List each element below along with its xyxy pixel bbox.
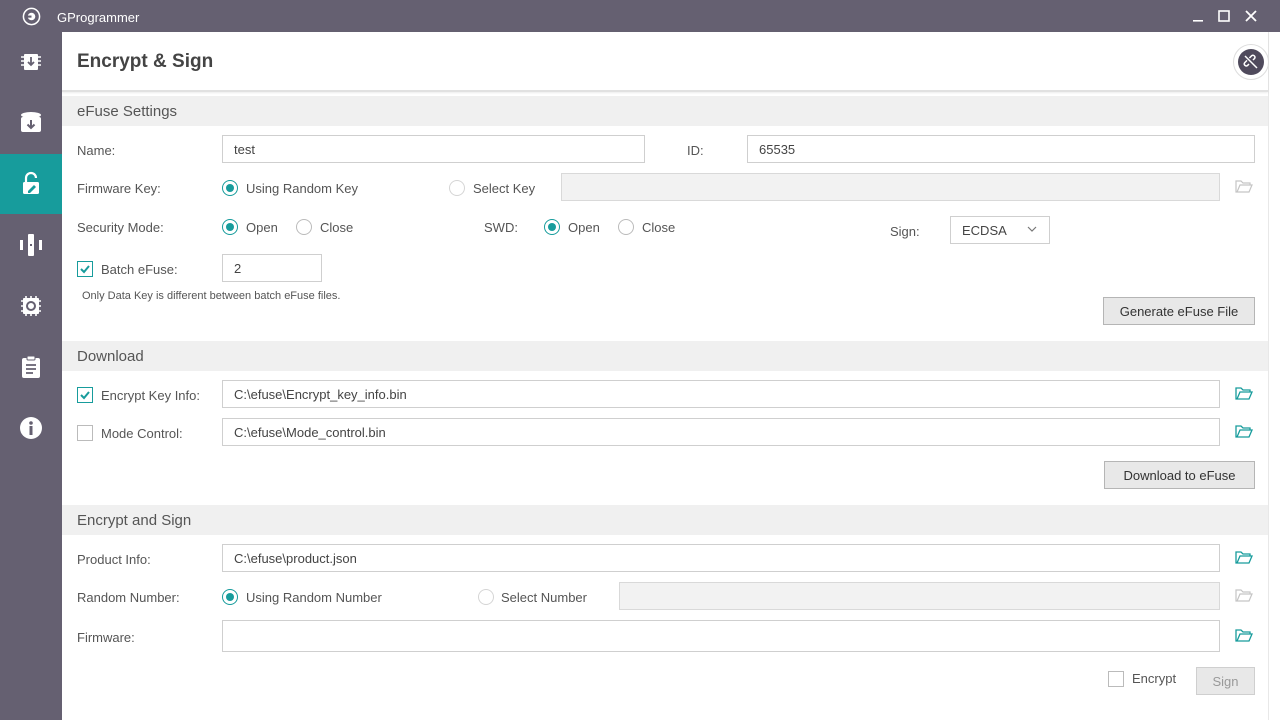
random-number-radio[interactable] [222, 589, 238, 605]
download-header: Download [62, 341, 1268, 371]
select-key-label: Select Key [473, 181, 536, 196]
sidebar-item-about[interactable] [0, 398, 62, 458]
sidebar [0, 32, 62, 720]
firmware-label: Firmware: [77, 630, 135, 645]
sidebar-item-log[interactable] [0, 337, 62, 397]
sidebar-item-encrypt[interactable] [0, 154, 62, 214]
check-icon [80, 391, 90, 400]
info-icon [20, 417, 42, 439]
random-number-path-input[interactable] [619, 582, 1220, 610]
sidebar-item-download[interactable] [0, 93, 62, 153]
connection-button[interactable] [1233, 44, 1269, 80]
encrypt-key-path-input[interactable] [222, 380, 1220, 408]
batch-efuse-label: Batch eFuse: [101, 262, 178, 277]
folder-open-icon[interactable] [1235, 549, 1253, 565]
sidebar-item-program[interactable] [0, 32, 62, 92]
page-header: Encrypt & Sign [62, 32, 1269, 92]
main-panel: Encrypt & Sign eFuse Settings Name: ID: … [62, 32, 1269, 716]
swd-open-radio[interactable] [544, 219, 560, 235]
random-key-label: Using Random Key [246, 181, 358, 196]
swd-close-label: Close [642, 220, 676, 235]
id-input[interactable] [747, 135, 1255, 163]
security-open-label: Open [246, 220, 278, 235]
select-number-label: Select Number [501, 590, 587, 605]
check-icon [80, 265, 90, 274]
bottom-edge [62, 716, 1268, 720]
mode-control-path-input[interactable] [222, 418, 1220, 446]
maximize-icon [1218, 10, 1230, 22]
title-bar: GProgrammer [0, 0, 1280, 32]
encrypt-label: Encrypt [1132, 671, 1177, 686]
security-mode-label: Security Mode: [77, 220, 164, 235]
generate-efuse-button[interactable]: Generate eFuse File [1103, 297, 1255, 325]
name-label: Name: [77, 143, 116, 158]
swd-label: SWD: [484, 220, 518, 235]
mode-control-label: Mode Control: [101, 426, 183, 441]
mode-control-checkbox[interactable] [77, 425, 93, 441]
encrypt-key-label: Encrypt Key Info: [101, 388, 200, 403]
swd-open-label: Open [568, 220, 600, 235]
sign-select-value: ECDSA [962, 223, 1007, 238]
unlink-icon [1243, 54, 1258, 69]
swd-close-radio[interactable] [618, 219, 634, 235]
lock-edit-icon [23, 171, 39, 194]
download-efuse-button[interactable]: Download to eFuse [1104, 461, 1255, 489]
chip-download-icon [21, 54, 41, 70]
scrollbar[interactable] [1268, 32, 1280, 720]
batch-efuse-checkbox[interactable] [77, 261, 93, 277]
app-logo-icon [22, 7, 41, 26]
random-key-radio[interactable] [222, 180, 238, 196]
clipboard-icon [22, 355, 40, 378]
security-close-label: Close [320, 220, 354, 235]
product-info-label: Product Info: [77, 552, 151, 567]
minimize-icon [1193, 20, 1203, 22]
efuse-settings-header: eFuse Settings [62, 96, 1268, 126]
sidebar-item-tools[interactable] [0, 215, 62, 275]
batch-hint: Only Data Key is different between batch… [82, 290, 341, 302]
select-number-radio[interactable] [478, 589, 494, 605]
download-title: Download [77, 348, 144, 365]
page-title: Encrypt & Sign [77, 51, 214, 72]
security-close-radio[interactable] [296, 219, 312, 235]
folder-open-icon[interactable] [1235, 587, 1253, 603]
sign-button[interactable]: Sign [1196, 667, 1255, 695]
security-open-radio[interactable] [222, 219, 238, 235]
firmware-key-label: Firmware Key: [77, 181, 161, 196]
efuse-settings-title: eFuse Settings [77, 103, 178, 120]
random-number-option-label: Using Random Number [246, 590, 382, 605]
random-number-label: Random Number: [77, 590, 180, 605]
chevron-down-icon [1027, 226, 1037, 232]
folder-open-icon[interactable] [1235, 423, 1253, 439]
encrypt-sign-title: Encrypt and Sign [77, 512, 192, 529]
sign-label: Sign: [890, 224, 920, 239]
select-key-radio[interactable] [449, 180, 465, 196]
sidebar-item-chip-settings[interactable] [0, 276, 62, 336]
encrypt-checkbox[interactable] [1108, 671, 1124, 687]
name-input[interactable] [222, 135, 645, 163]
encrypt-sign-header: Encrypt and Sign [62, 505, 1268, 535]
folder-open-icon[interactable] [1235, 178, 1253, 194]
minimize-button[interactable] [1188, 6, 1208, 26]
folder-open-icon[interactable] [1235, 385, 1253, 401]
database-download-icon [21, 112, 41, 132]
maximize-button[interactable] [1214, 6, 1234, 26]
close-button[interactable] [1241, 6, 1261, 26]
firmware-path-input[interactable] [222, 620, 1220, 652]
key-path-input[interactable] [561, 173, 1220, 201]
batch-count-input[interactable] [222, 254, 322, 282]
app-title: GProgrammer [57, 10, 140, 25]
folder-open-icon[interactable] [1235, 627, 1253, 643]
sign-select[interactable]: ECDSA [950, 216, 1050, 244]
close-icon [1245, 10, 1257, 22]
chip-settings-icon [21, 296, 41, 316]
id-label: ID: [687, 143, 704, 158]
tools-icon [20, 234, 42, 256]
encrypt-key-checkbox[interactable] [77, 387, 93, 403]
product-info-input[interactable] [222, 544, 1220, 572]
